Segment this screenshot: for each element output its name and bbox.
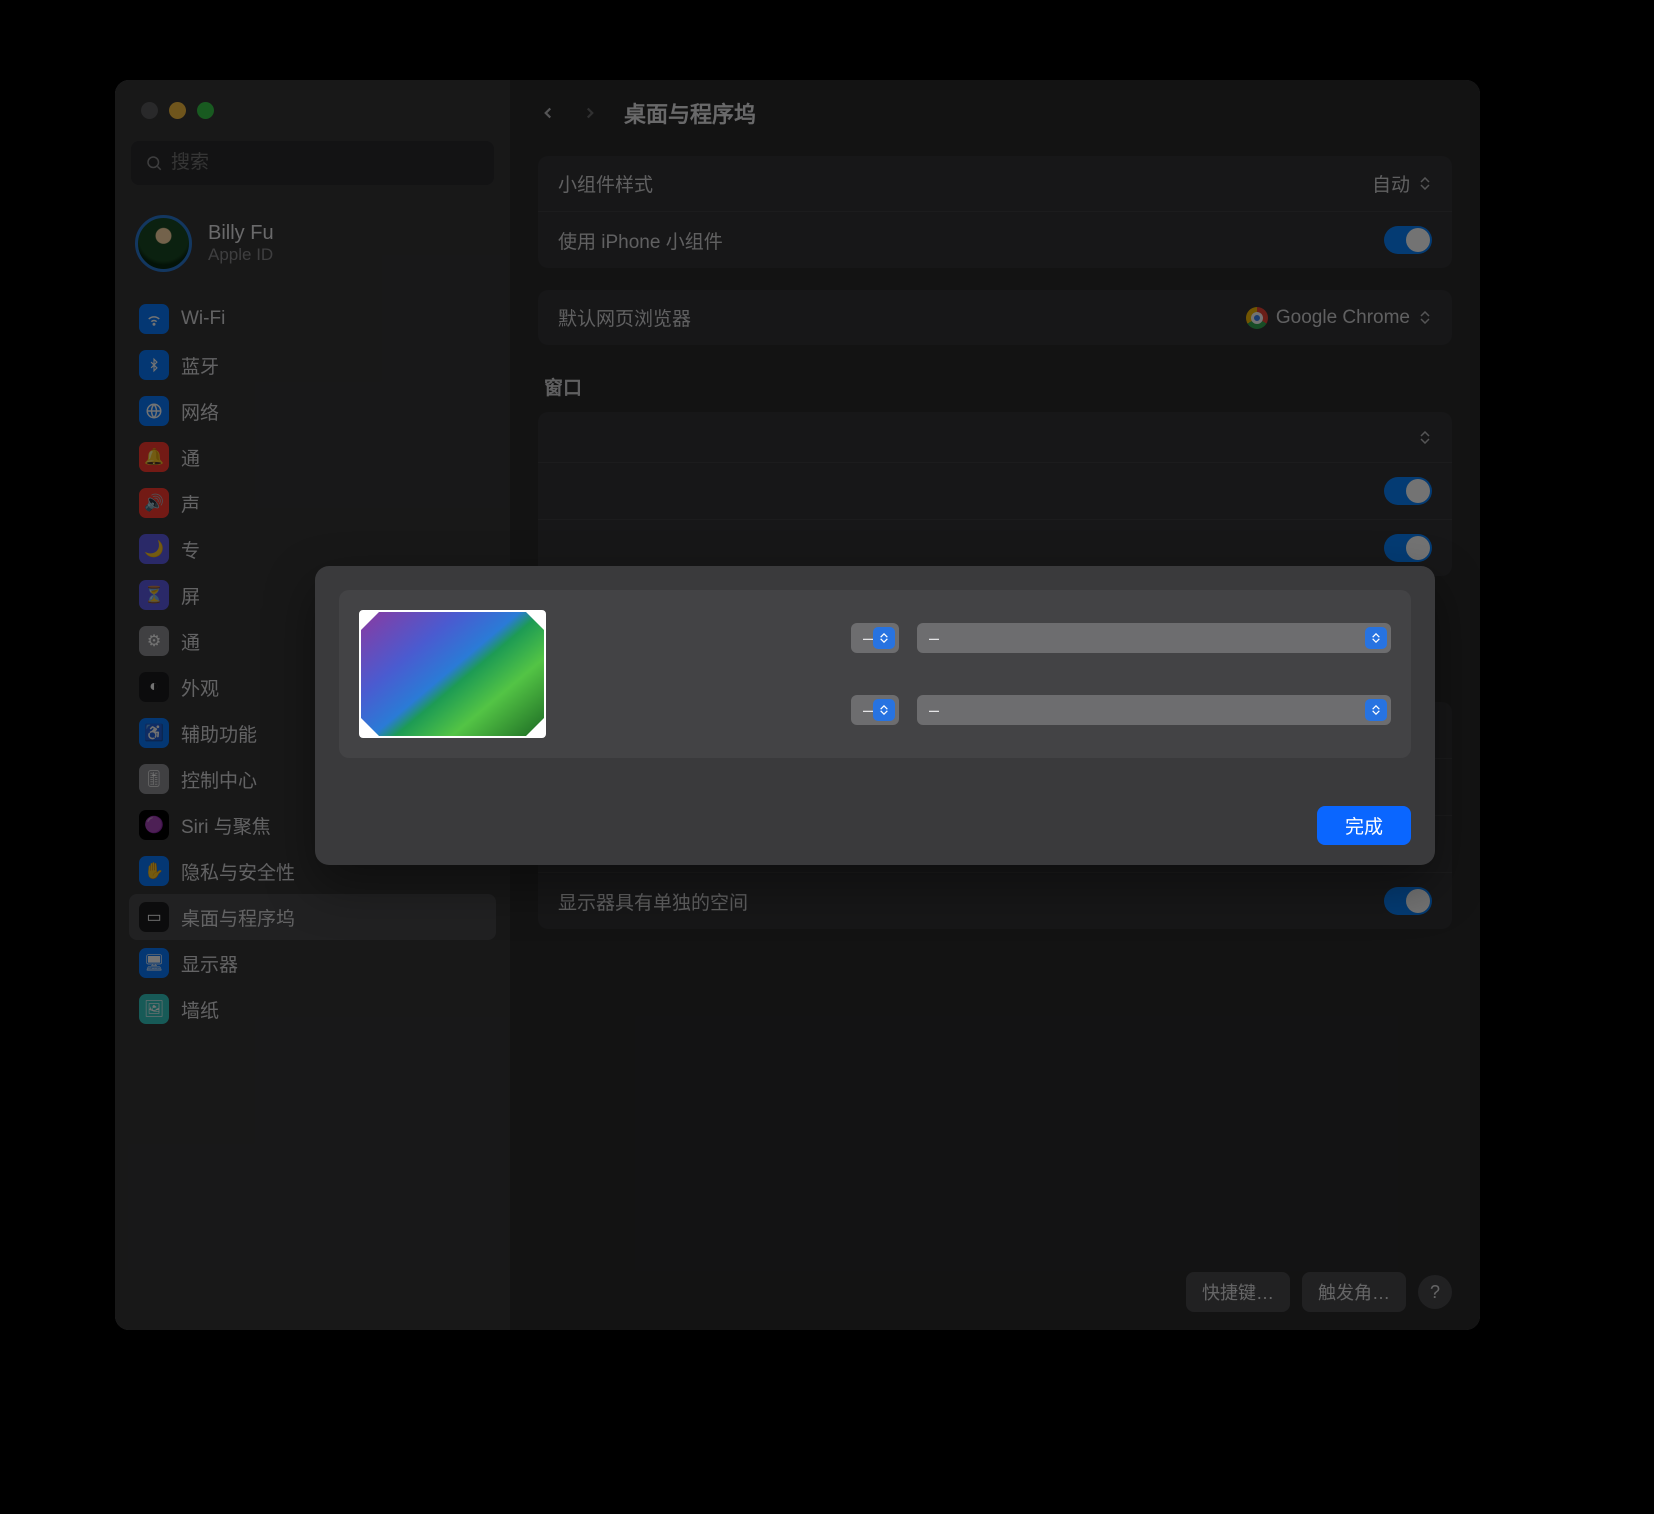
corner-indicator-bl — [361, 718, 379, 736]
hot-corner-top-right-dropdown[interactable]: – — [917, 623, 1391, 653]
system-settings-window: Billy Fu Apple ID Wi-Fi蓝牙网络🔔通🔊声🌙专⏳屏⚙通◐外观… — [115, 80, 1480, 1330]
hot-corner-top-left-dropdown[interactable]: – — [851, 623, 899, 653]
done-button[interactable]: 完成 — [1317, 806, 1411, 845]
corner-indicator-tl — [361, 612, 379, 630]
hot-corners-panel: – – – — [339, 590, 1411, 758]
chevron-updown-icon — [1365, 627, 1387, 649]
corner-indicator-br — [526, 718, 544, 736]
corner-indicator-tr — [526, 612, 544, 630]
chevron-updown-icon — [873, 627, 895, 649]
chevron-updown-icon — [873, 699, 895, 721]
hot-corner-bottom-right-dropdown[interactable]: – — [917, 695, 1391, 725]
hot-corners-modal: – – – — [315, 566, 1435, 865]
hot-corner-bottom-left-dropdown[interactable]: – — [851, 695, 899, 725]
screen-thumbnail — [359, 610, 546, 738]
chevron-updown-icon — [1365, 699, 1387, 721]
